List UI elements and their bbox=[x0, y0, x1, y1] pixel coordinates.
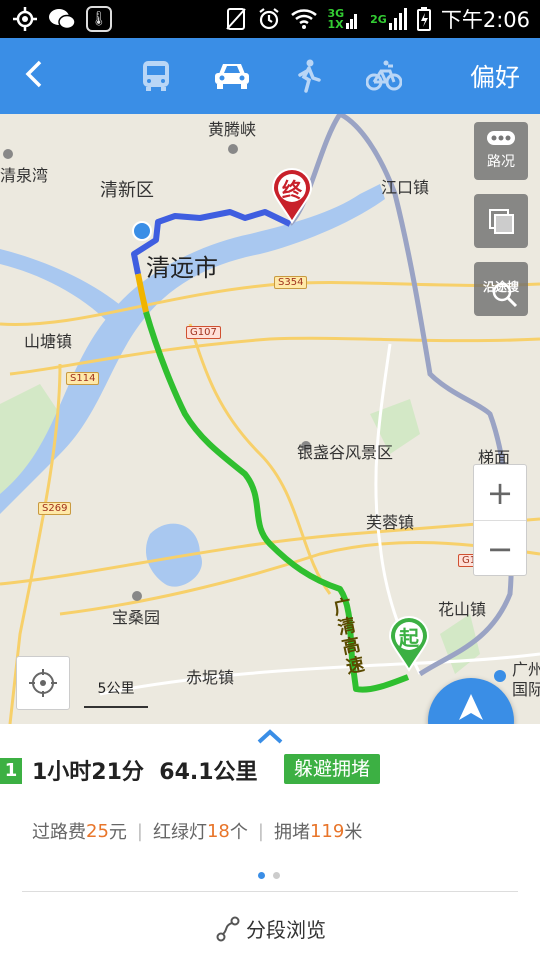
layers-icon bbox=[489, 209, 514, 234]
place-label-guangzhou-2: 国际 bbox=[512, 680, 540, 699]
map-canvas bbox=[0, 114, 540, 724]
bike-icon bbox=[366, 60, 402, 91]
car-icon bbox=[215, 64, 249, 89]
signal-icon-1 bbox=[346, 14, 358, 29]
gps-icon bbox=[13, 7, 37, 31]
crosshair-icon bbox=[29, 669, 57, 697]
stats-separator: | bbox=[136, 820, 143, 842]
toll-label: 过路费 bbox=[32, 822, 86, 843]
place-label-futongzhen: 芙蓉镇 bbox=[366, 513, 415, 532]
network-2g-label: 2G bbox=[370, 12, 387, 26]
status-right-icons: 3G 1X 2G 下午2:06 bbox=[225, 4, 530, 34]
route-mode-toolbar: 偏好 bbox=[0, 38, 540, 114]
stats-separator: | bbox=[257, 820, 264, 842]
toll-value: 25 bbox=[86, 820, 109, 842]
chevron-left-icon bbox=[25, 60, 42, 88]
map-scale: 5公里 bbox=[84, 678, 148, 708]
chevron-up-icon[interactable] bbox=[255, 726, 285, 746]
mode-bus-button[interactable] bbox=[134, 56, 178, 96]
network-1x-label: 1X bbox=[327, 18, 344, 31]
page-dot bbox=[273, 872, 280, 879]
locate-button[interactable] bbox=[16, 656, 70, 710]
toll-unit: 元 bbox=[108, 822, 127, 843]
road-yellow-4 bbox=[0, 517, 540, 586]
navigation-arrow-icon bbox=[459, 694, 483, 720]
search-along-label: 沿途搜 bbox=[482, 280, 519, 294]
traffic-lights-label: 红绿灯 bbox=[152, 822, 207, 843]
place-label-baosangyuan: 宝桑园 bbox=[112, 608, 161, 627]
page-dot-active bbox=[258, 872, 265, 879]
preference-button[interactable]: 偏好 bbox=[470, 58, 520, 94]
back-button[interactable] bbox=[18, 54, 58, 98]
route-index-badge: 1 bbox=[0, 758, 22, 784]
page-indicator bbox=[258, 872, 280, 879]
layers-button[interactable] bbox=[474, 194, 528, 248]
place-label-huangtengxia: 黄腾峡 bbox=[208, 120, 257, 139]
place-label-qingxinqu: 清新区 bbox=[100, 180, 154, 201]
poi-icon-4 bbox=[132, 591, 142, 601]
congestion-label: 拥堵 bbox=[273, 822, 310, 843]
signal-icon-2 bbox=[388, 8, 407, 30]
route-summary-panel[interactable]: 1 1小时21分 64.1公里 躲避拥堵 过路费 25 元 | 红绿灯 18 个 | 拥… bbox=[0, 724, 540, 960]
traffic-lights-unit: 个 bbox=[229, 822, 248, 843]
congestion-value: 119 bbox=[309, 820, 345, 842]
road-shield-g107: G107 bbox=[186, 326, 221, 339]
clock-time: 下午2:06 bbox=[440, 8, 530, 32]
place-label-yinzhangu: 银盏谷风景区 bbox=[297, 443, 394, 462]
route-duration-distance: 1小时21分 64.1公里 bbox=[32, 754, 258, 786]
current-location-dot bbox=[132, 221, 152, 241]
road-shield-s114: S114 bbox=[66, 372, 100, 385]
place-label-chinizhen: 赤坭镇 bbox=[186, 668, 235, 687]
network-2g: 2G bbox=[370, 8, 407, 30]
segment-view-label: 分段浏览 bbox=[246, 918, 326, 942]
mode-bike-button[interactable] bbox=[362, 56, 406, 96]
no-sim-icon bbox=[226, 8, 247, 30]
poi-icon-2 bbox=[3, 149, 13, 159]
poi-icon-1 bbox=[228, 144, 238, 154]
traffic-icon bbox=[487, 131, 515, 145]
place-label-qingyuanshi: 清远市 bbox=[146, 254, 218, 282]
start-marker-label: 起 bbox=[399, 626, 419, 650]
bus-icon bbox=[143, 61, 169, 91]
road-shield-s269: S269 bbox=[38, 502, 72, 515]
road-shield-s354: S354 bbox=[274, 276, 308, 289]
status-left-icons: 🌡 bbox=[12, 6, 112, 32]
alarm-icon bbox=[259, 8, 280, 30]
place-label-qingquanwan: 清泉湾 bbox=[0, 166, 49, 185]
place-label-shantangzhen: 山塘镇 bbox=[24, 332, 73, 351]
place-label-jiangkouzhen: 江口镇 bbox=[381, 178, 430, 197]
traffic-lights-value: 18 bbox=[206, 820, 230, 842]
walk-icon bbox=[298, 59, 321, 93]
battery-charging-icon bbox=[416, 7, 431, 31]
mode-car-button[interactable] bbox=[210, 56, 254, 96]
end-marker-label: 终 bbox=[282, 178, 302, 202]
route-distance: 64.1公里 bbox=[159, 760, 258, 785]
place-label-huashanzhen: 花山镇 bbox=[438, 600, 487, 619]
zoom-control: + − bbox=[473, 464, 527, 576]
route-stats: 过路费 25 元 | 红绿灯 18 个 | 拥堵 119 米 bbox=[32, 818, 362, 844]
thermometer-app-icon: 🌡 bbox=[86, 6, 112, 32]
zoom-out-button[interactable]: − bbox=[474, 521, 526, 577]
status-bar: 🌡 3G 1X 2G 下午2:06 bbox=[0, 0, 540, 38]
traffic-toggle-button[interactable]: 路况 bbox=[474, 122, 528, 180]
zoom-in-button[interactable]: + bbox=[474, 465, 526, 521]
route-map[interactable]: 终 起 黄腾峡 清泉湾 清新区 江口镇 清远市 山塘镇 银盏谷风景区 芙蓉镇 宝… bbox=[0, 114, 540, 724]
search-along-button[interactable]: 沿途搜 bbox=[474, 262, 528, 316]
traffic-label: 路况 bbox=[487, 154, 515, 170]
avoid-congestion-tag: 躲避拥堵 bbox=[284, 754, 381, 784]
divider bbox=[22, 891, 518, 892]
segment-view-button[interactable]: 分段浏览 bbox=[216, 914, 326, 943]
wifi-icon bbox=[291, 9, 318, 29]
wechat-icon bbox=[49, 9, 76, 30]
poi-icon-5 bbox=[494, 670, 506, 682]
route-segments-icon bbox=[216, 916, 240, 941]
route-duration: 1小时21分 bbox=[32, 760, 144, 785]
mode-walk-button[interactable] bbox=[286, 56, 330, 96]
network-3g-1x: 3G 1X bbox=[327, 8, 360, 30]
congestion-unit: 米 bbox=[344, 822, 363, 843]
